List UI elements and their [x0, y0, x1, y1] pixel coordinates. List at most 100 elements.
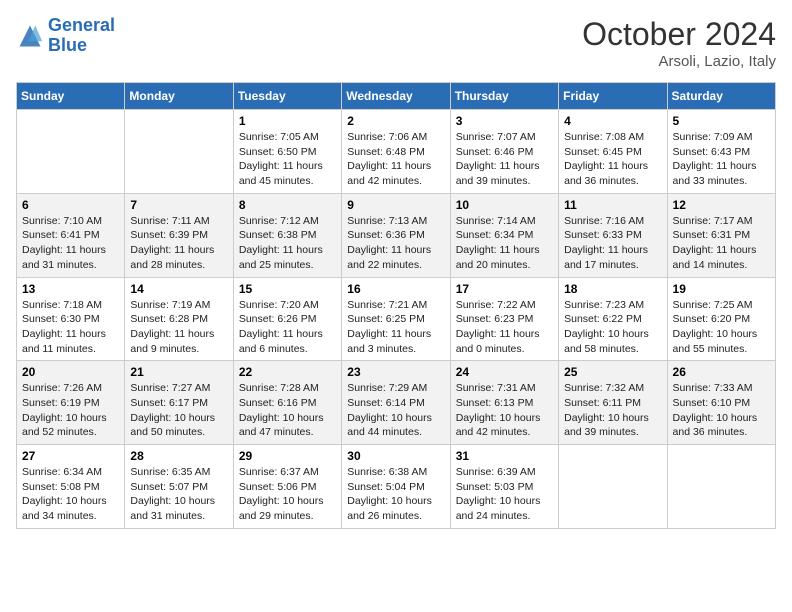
day-number: 5 — [673, 114, 770, 128]
calendar-cell: 8 Sunrise: 7:12 AMSunset: 6:38 PMDaylight… — [233, 193, 341, 277]
day-number: 21 — [130, 365, 227, 379]
day-info: Sunrise: 7:10 AMSunset: 6:41 PMDaylight:… — [22, 214, 119, 273]
calendar-cell: 30 Sunrise: 6:38 AMSunset: 5:04 PMDayligh… — [342, 445, 450, 529]
day-info: Sunrise: 6:34 AMSunset: 5:08 PMDaylight:… — [22, 465, 119, 524]
calendar-cell: 26 Sunrise: 7:33 AMSunset: 6:10 PMDayligh… — [667, 361, 775, 445]
day-info: Sunrise: 6:37 AMSunset: 5:06 PMDaylight:… — [239, 465, 336, 524]
calendar-cell: 18 Sunrise: 7:23 AMSunset: 6:22 PMDayligh… — [559, 277, 667, 361]
month-title: October 2024 — [582, 16, 776, 53]
logo-icon — [16, 22, 44, 50]
day-info: Sunrise: 7:26 AMSunset: 6:19 PMDaylight:… — [22, 381, 119, 440]
day-number: 16 — [347, 282, 444, 296]
calendar-cell: 24 Sunrise: 7:31 AMSunset: 6:13 PMDayligh… — [450, 361, 558, 445]
calendar-cell: 10Sunrise: 7:14 AMSunset: 6:34 PMDayligh… — [450, 193, 558, 277]
calendar-cell: 27Sunrise: 6:34 AMSunset: 5:08 PMDayligh… — [17, 445, 125, 529]
calendar-cell: 11Sunrise: 7:16 AMSunset: 6:33 PMDayligh… — [559, 193, 667, 277]
day-info: Sunrise: 7:13 AMSunset: 6:36 PMDaylight:… — [347, 214, 444, 273]
day-number: 22 — [239, 365, 336, 379]
header-sunday: Sunday — [17, 83, 125, 110]
day-info: Sunrise: 6:35 AMSunset: 5:07 PMDaylight:… — [130, 465, 227, 524]
logo-line2: Blue — [48, 35, 87, 55]
calendar-cell: 15Sunrise: 7:20 AMSunset: 6:26 PMDayligh… — [233, 277, 341, 361]
day-number: 2 — [347, 114, 444, 128]
header-friday: Friday — [559, 83, 667, 110]
calendar-cell: 31 Sunrise: 6:39 AMSunset: 5:03 PMDayligh… — [450, 445, 558, 529]
day-info: Sunrise: 7:22 AMSunset: 6:23 PMDaylight:… — [456, 298, 553, 357]
day-number: 9 — [347, 198, 444, 212]
calendar-week-row: 1Sunrise: 7:05 AMSunset: 6:50 PMDaylight… — [17, 110, 776, 194]
day-number: 19 — [673, 282, 770, 296]
calendar-cell — [17, 110, 125, 194]
day-info: Sunrise: 7:32 AMSunset: 6:11 PMDaylight:… — [564, 381, 661, 440]
day-number: 4 — [564, 114, 661, 128]
day-number: 7 — [130, 198, 227, 212]
calendar-cell: 12 Sunrise: 7:17 AMSunset: 6:31 PMDayligh… — [667, 193, 775, 277]
day-number: 31 — [456, 449, 553, 463]
calendar-cell: 14 Sunrise: 7:19 AMSunset: 6:28 PMDayligh… — [125, 277, 233, 361]
day-info: Sunrise: 6:38 AMSunset: 5:04 PMDaylight:… — [347, 465, 444, 524]
day-number: 14 — [130, 282, 227, 296]
calendar-cell: 4 Sunrise: 7:08 AMSunset: 6:45 PMDaylight… — [559, 110, 667, 194]
day-number: 3 — [456, 114, 553, 128]
calendar-week-row: 13Sunrise: 7:18 AMSunset: 6:30 PMDayligh… — [17, 277, 776, 361]
day-number: 10 — [456, 198, 553, 212]
day-number: 29 — [239, 449, 336, 463]
calendar-cell — [125, 110, 233, 194]
day-info: Sunrise: 7:12 AMSunset: 6:38 PMDaylight:… — [239, 214, 336, 273]
day-number: 24 — [456, 365, 553, 379]
calendar-week-row: 6 Sunrise: 7:10 AMSunset: 6:41 PMDaylight… — [17, 193, 776, 277]
day-number: 6 — [22, 198, 119, 212]
header-monday: Monday — [125, 83, 233, 110]
location: Arsoli, Lazio, Italy — [582, 53, 776, 70]
day-info: Sunrise: 7:21 AMSunset: 6:25 PMDaylight:… — [347, 298, 444, 357]
calendar-cell: 23Sunrise: 7:29 AMSunset: 6:14 PMDayligh… — [342, 361, 450, 445]
calendar-cell: 5Sunrise: 7:09 AMSunset: 6:43 PMDaylight… — [667, 110, 775, 194]
day-info: Sunrise: 7:07 AMSunset: 6:46 PMDaylight:… — [456, 130, 553, 189]
day-number: 23 — [347, 365, 444, 379]
calendar-cell: 3 Sunrise: 7:07 AMSunset: 6:46 PMDaylight… — [450, 110, 558, 194]
day-info: Sunrise: 6:39 AMSunset: 5:03 PMDaylight:… — [456, 465, 553, 524]
calendar-cell: 7Sunrise: 7:11 AMSunset: 6:39 PMDaylight… — [125, 193, 233, 277]
calendar-cell — [559, 445, 667, 529]
header-saturday: Saturday — [667, 83, 775, 110]
calendar-cell: 29 Sunrise: 6:37 AMSunset: 5:06 PMDayligh… — [233, 445, 341, 529]
header-tuesday: Tuesday — [233, 83, 341, 110]
day-info: Sunrise: 7:17 AMSunset: 6:31 PMDaylight:… — [673, 214, 770, 273]
page-header: General Blue October 2024 Arsoli, Lazio,… — [16, 16, 776, 70]
day-number: 28 — [130, 449, 227, 463]
calendar-cell: 6 Sunrise: 7:10 AMSunset: 6:41 PMDaylight… — [17, 193, 125, 277]
logo-text: General Blue — [48, 16, 115, 56]
calendar-week-row: 27Sunrise: 6:34 AMSunset: 5:08 PMDayligh… — [17, 445, 776, 529]
day-info: Sunrise: 7:28 AMSunset: 6:16 PMDaylight:… — [239, 381, 336, 440]
day-number: 17 — [456, 282, 553, 296]
day-info: Sunrise: 7:18 AMSunset: 6:30 PMDaylight:… — [22, 298, 119, 357]
day-info: Sunrise: 7:05 AMSunset: 6:50 PMDaylight:… — [239, 130, 336, 189]
day-number: 18 — [564, 282, 661, 296]
calendar-week-row: 20Sunrise: 7:26 AMSunset: 6:19 PMDayligh… — [17, 361, 776, 445]
day-info: Sunrise: 7:08 AMSunset: 6:45 PMDaylight:… — [564, 130, 661, 189]
day-number: 12 — [673, 198, 770, 212]
calendar-cell: 1Sunrise: 7:05 AMSunset: 6:50 PMDaylight… — [233, 110, 341, 194]
calendar-cell: 9 Sunrise: 7:13 AMSunset: 6:36 PMDaylight… — [342, 193, 450, 277]
day-info: Sunrise: 7:19 AMSunset: 6:28 PMDaylight:… — [130, 298, 227, 357]
calendar-cell: 2 Sunrise: 7:06 AMSunset: 6:48 PMDaylight… — [342, 110, 450, 194]
logo: General Blue — [16, 16, 115, 56]
day-info: Sunrise: 7:06 AMSunset: 6:48 PMDaylight:… — [347, 130, 444, 189]
day-number: 25 — [564, 365, 661, 379]
day-info: Sunrise: 7:23 AMSunset: 6:22 PMDaylight:… — [564, 298, 661, 357]
day-number: 15 — [239, 282, 336, 296]
calendar-cell: 21Sunrise: 7:27 AMSunset: 6:17 PMDayligh… — [125, 361, 233, 445]
calendar-table: SundayMondayTuesdayWednesdayThursdayFrid… — [16, 82, 776, 529]
calendar-cell: 13Sunrise: 7:18 AMSunset: 6:30 PMDayligh… — [17, 277, 125, 361]
header-thursday: Thursday — [450, 83, 558, 110]
day-info: Sunrise: 7:33 AMSunset: 6:10 PMDaylight:… — [673, 381, 770, 440]
title-block: October 2024 Arsoli, Lazio, Italy — [582, 16, 776, 70]
day-number: 26 — [673, 365, 770, 379]
calendar-cell: 20Sunrise: 7:26 AMSunset: 6:19 PMDayligh… — [17, 361, 125, 445]
logo-line1: General — [48, 15, 115, 35]
calendar-cell: 25 Sunrise: 7:32 AMSunset: 6:11 PMDayligh… — [559, 361, 667, 445]
day-number: 30 — [347, 449, 444, 463]
day-info: Sunrise: 7:31 AMSunset: 6:13 PMDaylight:… — [456, 381, 553, 440]
day-number: 8 — [239, 198, 336, 212]
calendar-cell: 17 Sunrise: 7:22 AMSunset: 6:23 PMDayligh… — [450, 277, 558, 361]
